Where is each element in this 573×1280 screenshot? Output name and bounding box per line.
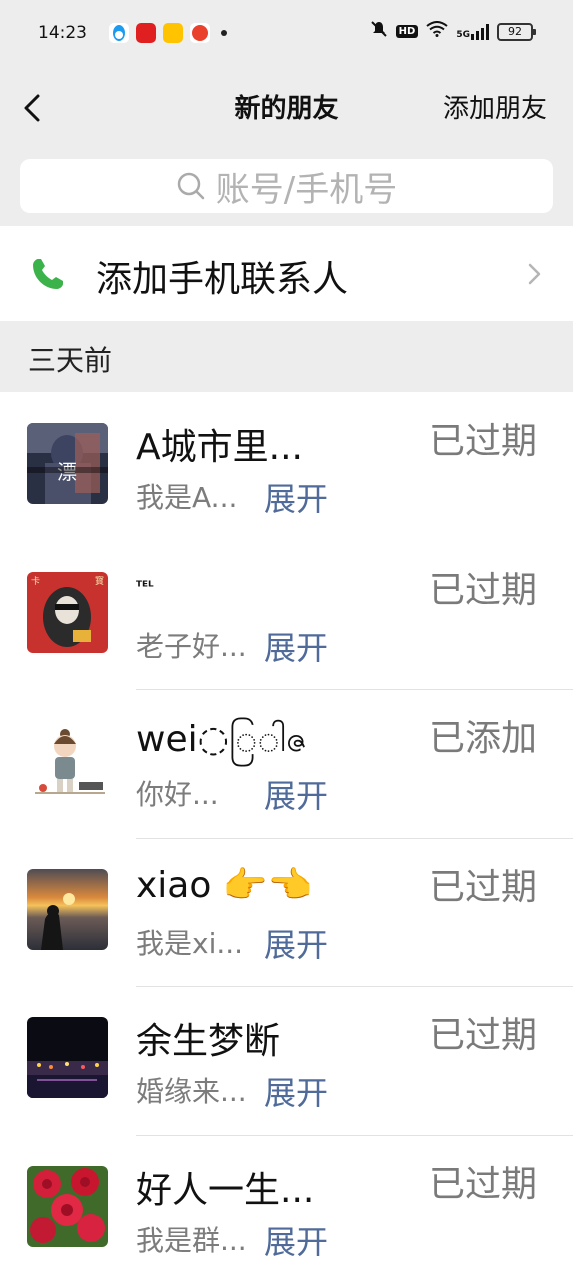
divider bbox=[136, 837, 573, 839]
add-phone-contacts-row[interactable]: 添加手机联系人 bbox=[0, 226, 573, 321]
divider bbox=[136, 1134, 573, 1136]
network-type-label: 5G bbox=[456, 29, 470, 40]
request-status: 已添加 bbox=[428, 718, 537, 760]
avatar: 卡 寳 bbox=[27, 571, 108, 653]
tmall-app-icon bbox=[136, 23, 156, 43]
add-phone-contacts-label: 添加手机联系人 bbox=[96, 259, 349, 300]
search-icon bbox=[177, 172, 205, 200]
friend-message: 你好... bbox=[136, 778, 219, 812]
red-app-icon bbox=[190, 23, 210, 43]
list-item[interactable]: 卡 寳 ᵀᴱᴸ 老子好... 展开 已过期 bbox=[0, 540, 573, 690]
section-header: 三天前 bbox=[0, 321, 573, 392]
search-bar-area: 账号/手机号 bbox=[0, 150, 573, 226]
list-item[interactable]: xiao 👉👈 我是xi... 展开 已过期 bbox=[0, 837, 573, 987]
friend-name: wei◌ြ◌ါဇ bbox=[136, 719, 308, 761]
cellular-signal-icon: 5G bbox=[456, 23, 489, 40]
friend-message: 我是xi... bbox=[136, 926, 244, 960]
status-bar: 14:23 HD 5G 92 bbox=[0, 0, 573, 66]
mute-bell-icon bbox=[370, 20, 388, 43]
nav-bar: 新的朋友 添加朋友 bbox=[0, 66, 573, 150]
expand-link[interactable]: 展开 bbox=[264, 1217, 328, 1263]
avatar bbox=[27, 868, 108, 950]
friend-message: 我是A... bbox=[136, 481, 238, 514]
section-label: 三天前 bbox=[28, 344, 113, 377]
friend-name: 好人一生... bbox=[136, 1169, 315, 1211]
list-item[interactable]: 漂 A城市里... 我是A... 展开 已过期 bbox=[0, 392, 573, 541]
search-input[interactable]: 账号/手机号 bbox=[20, 159, 553, 213]
avatar bbox=[27, 720, 108, 802]
chevron-left-icon bbox=[24, 94, 40, 122]
list-item[interactable]: 余生梦断 婚缘来... 展开 已过期 bbox=[0, 986, 573, 1135]
search-placeholder: 账号/手机号 bbox=[215, 169, 398, 210]
add-friend-button[interactable]: 添加朋友 bbox=[443, 88, 547, 125]
phone-icon bbox=[33, 259, 63, 289]
request-status: 已过期 bbox=[428, 1163, 537, 1205]
expand-link[interactable]: 展开 bbox=[264, 474, 328, 520]
status-indicators: HD 5G 92 bbox=[370, 20, 536, 43]
expand-link[interactable]: 展开 bbox=[264, 1068, 328, 1114]
battery-indicator: 92 bbox=[497, 22, 536, 41]
status-app-icons bbox=[109, 23, 227, 43]
request-status: 已过期 bbox=[428, 421, 537, 462]
friend-name: A城市里... bbox=[136, 427, 303, 468]
divider bbox=[136, 986, 573, 988]
qq-app-icon bbox=[109, 23, 129, 43]
chevron-right-icon bbox=[528, 263, 541, 285]
friend-request-list: 漂 A城市里... 我是A... 展开 已过期 卡 寳 ᵀᴱᴸ 老子好... 展… bbox=[0, 392, 573, 1280]
more-notifications-icon bbox=[221, 30, 227, 36]
friend-message: 我是群... bbox=[136, 1223, 247, 1257]
list-item[interactable]: wei◌ြ◌ါဇ 你好... 展开 已添加 bbox=[0, 689, 573, 838]
hd-badge: HD bbox=[395, 25, 419, 38]
avatar bbox=[27, 1017, 108, 1099]
wifi-icon bbox=[426, 21, 448, 42]
avatar: 漂 bbox=[27, 423, 108, 504]
friend-name: 余生梦断 bbox=[136, 1021, 281, 1063]
friend-name: xiao 👉👈 bbox=[136, 864, 313, 906]
expand-link[interactable]: 展开 bbox=[264, 771, 328, 817]
request-status: 已过期 bbox=[428, 1015, 537, 1057]
expand-link[interactable]: 展开 bbox=[264, 920, 328, 966]
avatar bbox=[27, 1165, 108, 1247]
friend-name: ᵀᴱᴸ bbox=[136, 578, 154, 595]
back-button[interactable] bbox=[18, 88, 48, 128]
expand-link[interactable]: 展开 bbox=[264, 623, 328, 669]
request-status: 已过期 bbox=[428, 569, 537, 611]
status-time: 14:23 bbox=[38, 23, 87, 43]
friend-message: 婚缘来... bbox=[136, 1075, 247, 1109]
meituan-app-icon bbox=[163, 23, 183, 43]
svg-text:卡: 卡 bbox=[31, 575, 40, 587]
friend-message: 老子好... bbox=[136, 629, 247, 663]
divider bbox=[136, 689, 573, 691]
request-status: 已过期 bbox=[428, 866, 537, 908]
svg-text:寳: 寳 bbox=[95, 575, 104, 587]
list-item[interactable]: 好人一生... 我是群... 展开 已过期 bbox=[0, 1134, 573, 1280]
